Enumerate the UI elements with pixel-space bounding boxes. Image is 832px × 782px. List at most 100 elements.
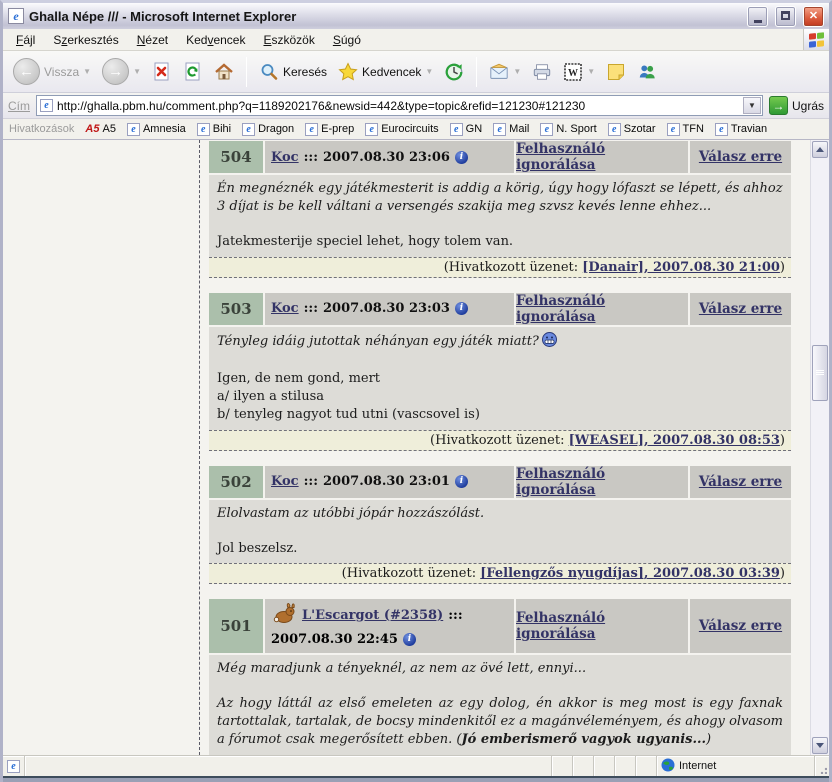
reply-link[interactable]: Válasz erre [699, 301, 782, 317]
home-icon [214, 62, 234, 82]
quoted-text: Elolvastam az utóbbi jópár hozzászólást. [217, 505, 783, 523]
messenger-button[interactable] [633, 60, 661, 84]
link-item-a5[interactable]: A5A5 [85, 123, 116, 135]
ie-favicon-icon: e [197, 123, 210, 136]
post-number: 504 [209, 141, 263, 173]
edit-dropdown-icon[interactable]: ▼ [587, 67, 595, 76]
scroll-up-button[interactable] [812, 141, 828, 158]
page-icon: e [40, 99, 53, 112]
maximize-button[interactable] [775, 6, 796, 27]
referenced-message-link[interactable]: [WEASEL], 2007.08.30 08:53 [569, 433, 780, 448]
resize-grip[interactable] [815, 756, 829, 776]
favorites-star-icon [338, 62, 358, 82]
info-icon[interactable]: i [455, 302, 468, 315]
referenced-message-row: (Hivatkozott üzenet: [WEASEL], 2007.08.3… [209, 430, 791, 451]
ignore-user-link[interactable]: Felhasználó ignorálása [516, 466, 688, 498]
forward-dropdown-icon[interactable]: ▼ [133, 67, 141, 76]
menu-view[interactable]: Nézet [128, 30, 177, 50]
refresh-button[interactable] [179, 60, 207, 84]
link-item-tfn[interactable]: eTFN [667, 123, 704, 136]
favorites-button[interactable]: Kedvencek ▼ [334, 60, 437, 84]
scrollbar-thumb[interactable] [812, 345, 828, 401]
address-url[interactable]: http://ghalla.pbm.hu/comment.php?q=11892… [57, 99, 739, 113]
ignore-user-link[interactable]: Felhasználó ignorálása [516, 610, 688, 642]
reply-link[interactable]: Válasz erre [699, 149, 782, 165]
mail-button[interactable]: ▼ [485, 60, 525, 84]
post-body: Még maradjunk a tényeknél, az nem az övé… [209, 655, 791, 755]
home-button[interactable] [210, 60, 238, 84]
windows-logo-icon [803, 29, 829, 50]
link-item-eprep[interactable]: eE-prep [305, 123, 354, 136]
post-body: Elolvastam az utóbbi jópár hozzászólást.… [209, 500, 791, 564]
link-item-nsport[interactable]: eN. Sport [540, 123, 596, 136]
reply-cell: Válasz erre [690, 141, 791, 173]
link-item-eurocircuits[interactable]: eEurocircuits [365, 123, 438, 136]
forward-button[interactable]: → ▼ [98, 56, 145, 87]
minimize-button[interactable] [747, 6, 768, 27]
author-link[interactable]: L'Escargot (#2358) [302, 608, 443, 623]
standard-toolbar: ← Vissza ▼ → ▼ Keresés [3, 51, 829, 93]
link-item-mail[interactable]: eMail [493, 123, 529, 136]
post-author-cell: Koc ::: 2007.08.30 23:06 i [265, 141, 514, 173]
close-button[interactable]: ✕ [803, 6, 824, 27]
back-dropdown-icon[interactable]: ▼ [83, 67, 91, 76]
referenced-message-link[interactable]: [Danair], 2007.08.30 21:00 [582, 260, 780, 275]
post-body: Tényleg idáig jutottak néhányan egy játé… [209, 327, 791, 430]
history-button[interactable] [440, 60, 468, 84]
menu-tools[interactable]: Eszközök [254, 30, 323, 50]
scroll-down-button[interactable] [812, 737, 828, 754]
ignore-user-cell: Felhasználó ignorálása [516, 293, 688, 325]
menu-bar: Fájl Szerkesztés Nézet Kedvencek Eszközö… [3, 29, 829, 51]
title-bar[interactable]: e Ghalla Népe /// - Microsoft Internet E… [3, 3, 829, 29]
search-icon [259, 62, 279, 82]
mail-icon [489, 62, 509, 82]
favorites-dropdown-icon[interactable]: ▼ [425, 67, 433, 76]
links-bar-label: Hivatkozások [9, 123, 74, 135]
post-header: 503 Koc ::: 2007.08.30 23:03 i Felhaszná… [209, 293, 791, 325]
address-bar: Cím e http://ghalla.pbm.hu/comment.php?q… [3, 93, 829, 119]
referenced-message-link[interactable]: [Fellengzős nyugdíjas], 2007.08.30 03:39 [480, 566, 780, 581]
author-link[interactable]: Koc [271, 474, 299, 489]
ie-favicon-icon: e [365, 123, 378, 136]
address-input[interactable]: e http://ghalla.pbm.hu/comment.php?q=118… [36, 95, 763, 116]
reply-link[interactable]: Válasz erre [699, 474, 782, 490]
ignore-user-link[interactable]: Felhasználó ignorálása [516, 293, 688, 325]
author-link[interactable]: Koc [271, 301, 299, 316]
mail-dropdown-icon[interactable]: ▼ [513, 67, 521, 76]
go-button[interactable]: → Ugrás [769, 96, 824, 115]
post-author-cell: Koc ::: 2007.08.30 23:03 i [265, 293, 514, 325]
security-zone-pane: Internet [657, 756, 815, 776]
info-icon[interactable]: i [403, 633, 416, 646]
reply-link[interactable]: Válasz erre [699, 618, 782, 634]
menu-file[interactable]: Fájl [7, 30, 44, 50]
menu-favorites[interactable]: Kedvencek [177, 30, 254, 50]
address-label: Cím [8, 99, 30, 113]
discuss-button[interactable] [602, 60, 630, 84]
link-item-szotar[interactable]: eSzotar [608, 123, 656, 136]
ignore-user-cell: Felhasználó ignorálása [516, 141, 688, 173]
post-number: 501 [209, 599, 263, 653]
ie-favicon-icon: e [242, 123, 255, 136]
back-button[interactable]: ← Vissza ▼ [9, 56, 95, 87]
post-author-cell: L'Escargot (#2358) ::: 2007.08.30 22:45 … [265, 599, 514, 653]
author-link[interactable]: Koc [271, 150, 299, 165]
forum-post-502: 502 Koc ::: 2007.08.30 23:01 i Felhaszná… [209, 466, 791, 585]
link-item-bihi[interactable]: eBihi [197, 123, 231, 136]
link-item-gn[interactable]: eGN [450, 123, 483, 136]
menu-help[interactable]: Súgó [324, 30, 370, 50]
stop-icon [152, 62, 172, 82]
info-icon[interactable]: i [455, 475, 468, 488]
link-item-amnesia[interactable]: eAmnesia [127, 123, 186, 136]
ignore-user-link[interactable]: Felhasználó ignorálása [516, 141, 688, 173]
links-bar: Hivatkozások A5A5 eAmnesia eBihi eDragon… [3, 119, 829, 140]
search-button[interactable]: Keresés [255, 60, 331, 84]
stop-button[interactable] [148, 60, 176, 84]
menu-edit[interactable]: Szerkesztés [44, 30, 127, 50]
link-item-dragon[interactable]: eDragon [242, 123, 294, 136]
info-icon[interactable]: i [455, 151, 468, 164]
address-dropdown-button[interactable]: ▼ [743, 97, 761, 114]
edit-button[interactable]: W ▼ [559, 60, 599, 84]
vertical-scrollbar[interactable] [810, 140, 829, 755]
link-item-travian[interactable]: eTravian [715, 123, 767, 136]
print-button[interactable] [528, 60, 556, 84]
